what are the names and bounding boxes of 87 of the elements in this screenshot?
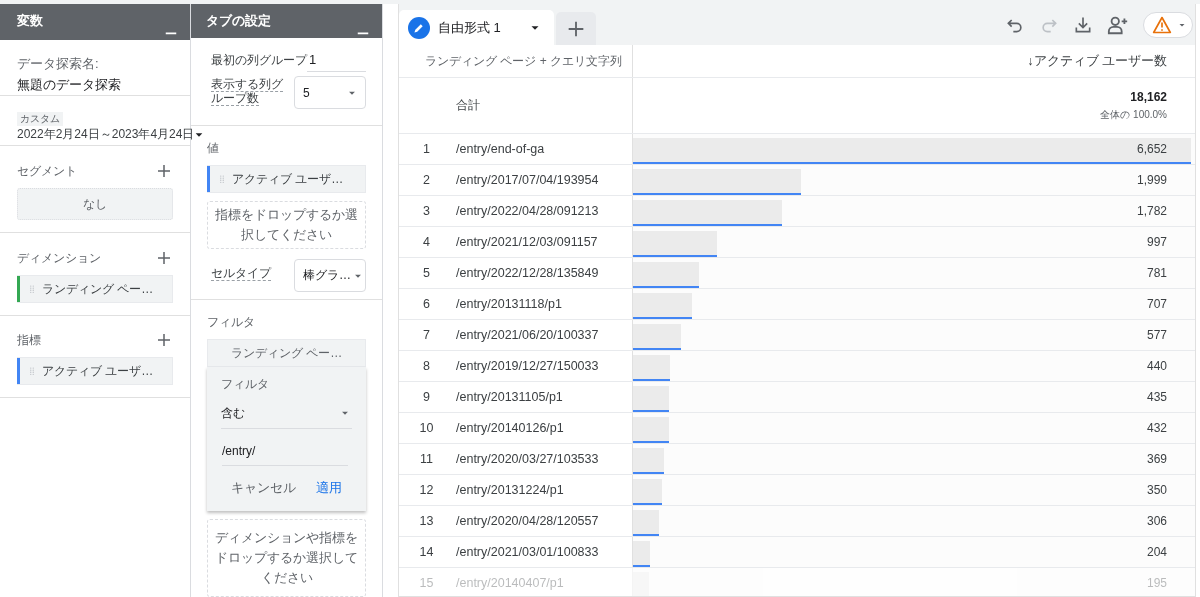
table-cell-text: /entry/2022/12/28/135849 — [455, 266, 599, 280]
table-cell-text: /entry/20131224/p1 — [455, 483, 564, 497]
table-cell-text: /entry/2019/12/27/150033 — [455, 359, 599, 373]
table-cell: 435 — [1146, 390, 1167, 404]
table-cell-text: /entry/2021/12/03/091157 — [455, 235, 598, 249]
table-cell-text: /entry/20131118/p1 — [455, 297, 562, 311]
metric-chip[interactable]: アクティブ ユーザ… — [17, 357, 173, 385]
table-cell-text: /entry/2021/03/01/100833 — [455, 545, 599, 559]
empty-segment-box: なし — [17, 188, 173, 220]
row-number: 7 — [422, 328, 431, 342]
table-cell-text: /entry/2021/06/20/100337 — [455, 328, 599, 342]
table-cell-text: /entry/2022/04/28/091213 — [455, 204, 599, 218]
field-label: フィルタ — [221, 376, 270, 393]
section-title: 指標 — [17, 331, 41, 349]
row-number: 4 — [422, 235, 431, 249]
table-cell-text: /entry/20140126/p1 — [455, 421, 564, 435]
apply-button[interactable]: 適用 — [310, 476, 348, 501]
row-number: 3 — [422, 204, 431, 218]
table-cell: 1,782 — [1136, 204, 1167, 218]
pencil-icon — [408, 16, 430, 39]
table-cell: 997 — [1146, 235, 1167, 249]
table-cell: 195 — [1146, 576, 1167, 590]
row-number: 12 — [418, 483, 435, 497]
dimension-chip[interactable]: ランディング ペー… — [17, 275, 173, 303]
table-cell: 306 — [1146, 514, 1167, 528]
section-title: フィルタ — [207, 313, 255, 331]
dropdown[interactable]: 棒グラ… — [294, 259, 366, 293]
row-number: 14 — [418, 545, 435, 559]
row-number: 5 — [422, 266, 431, 280]
table-cell-text: /entry/2020/03/27/103533 — [455, 452, 599, 466]
table-cell: 1,999 — [1136, 173, 1167, 187]
panel-title: タブの設定 — [206, 12, 271, 30]
row-number: 2 — [422, 173, 431, 187]
section-title: 値 — [207, 139, 219, 157]
table-cell: 369 — [1146, 452, 1167, 466]
warning-icon — [1152, 14, 1172, 35]
add-icon[interactable] — [155, 162, 173, 180]
warning-menu-button[interactable] — [1143, 11, 1193, 38]
row-number: 6 — [422, 297, 431, 311]
column-header[interactable]: ランディング ページ + クエリ文字列 — [399, 45, 633, 77]
table-cell-text: /entry/20131105/p1 — [455, 390, 563, 404]
metric-chip[interactable]: アクティブ ユーザ… — [207, 165, 366, 194]
table-cell: 440 — [1146, 359, 1167, 373]
table-cell: 577 — [1146, 328, 1167, 342]
table-cell: 6,652 — [1136, 142, 1167, 156]
field-label: セルタイプ — [211, 266, 271, 282]
input-field[interactable]: /entry/ — [222, 435, 348, 466]
field-label: 最初の列グループ — [211, 52, 307, 68]
add-icon[interactable] — [155, 249, 173, 267]
section-title: ディメンション — [17, 249, 101, 267]
panel-title: 変数 — [17, 12, 43, 30]
date-range-picker[interactable]: 2022年2月24日～2023年4月24日 — [17, 126, 190, 143]
row-number: 10 — [418, 421, 435, 435]
table-cell: 432 — [1146, 421, 1167, 435]
row-number: 13 — [418, 514, 435, 528]
total-value: 18,162 — [1130, 89, 1167, 104]
row-number: 15 — [418, 576, 435, 590]
table-cell: 781 — [1146, 266, 1167, 280]
table-cell-text: /entry/2017/07/04/193954 — [455, 173, 599, 187]
table-cell-text: /entry/20140407/p1 — [455, 576, 564, 590]
tab[interactable]: 自由形式 1 — [399, 10, 554, 45]
number-field[interactable]: 1 — [307, 48, 366, 73]
row-number: 8 — [422, 359, 431, 373]
add-icon[interactable] — [155, 331, 173, 349]
row-number: 9 — [422, 390, 431, 404]
table-cell: 350 — [1146, 483, 1167, 497]
table-cell-text: /entry/end-of-ga — [455, 142, 545, 156]
total-share: 全体の 100.0% — [1100, 107, 1167, 122]
table-cell-text: /entry/2020/04/28/120557 — [455, 514, 599, 528]
field-label: データ探索名: — [17, 55, 100, 73]
filter-chip[interactable]: ランディング ペー… — [207, 339, 366, 367]
row-number: 11 — [419, 452, 434, 466]
condition-dropdown[interactable]: 含む — [221, 398, 352, 429]
table-cell: 707 — [1146, 297, 1167, 311]
column-header[interactable]: ↓アクティブ ユーザー数 — [633, 45, 1195, 77]
date-badge: カスタム — [17, 112, 63, 126]
section-title: セグメント — [17, 162, 77, 180]
drop-zone[interactable]: 指標をドロップするか選択してください — [207, 201, 366, 250]
total-label: 合計 — [455, 97, 480, 114]
exploration-name[interactable]: 無題のデータ探索 — [17, 76, 173, 94]
row-number: 1 — [422, 142, 431, 156]
drop-zone[interactable]: ディメンションや指標をドロップするか選択してください — [207, 519, 366, 597]
add-tab-button[interactable] — [556, 12, 596, 45]
table-cell: 204 — [1146, 545, 1167, 559]
field-label: 表示する列グループ数 — [211, 76, 284, 105]
cancel-button[interactable]: キャンセル — [225, 476, 302, 501]
dropdown[interactable]: 5 — [294, 76, 366, 110]
